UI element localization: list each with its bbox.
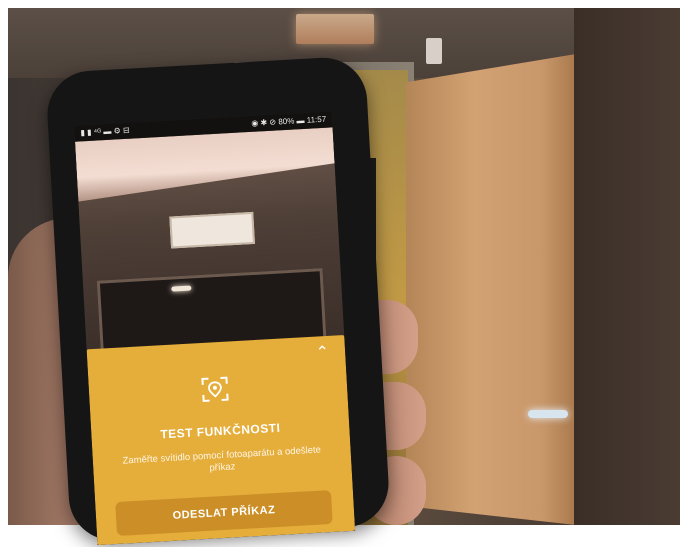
viewfinder-sign: [169, 211, 255, 249]
send-command-button[interactable]: ODESLAT PŘÍKAZ: [115, 489, 333, 537]
function-test-panel: ⌃ TEST FUNKČNOSTI Zaměřte svítidlo pomoc…: [86, 335, 356, 546]
exit-sign-light: [296, 14, 374, 44]
door-handle: [528, 410, 568, 418]
smartphone: ▮ ▮ ⁴ᴳ ▬ ⚙ ⊟ ◉ ✱ ⊘ 80% ▬ 11:57 ⌃ TEST FU…: [45, 55, 391, 546]
panel-title: TEST FUNKČNOSTI: [159, 420, 281, 442]
phone-screen: ▮ ▮ ⁴ᴳ ▬ ⚙ ⊟ ◉ ✱ ⊘ 80% ▬ 11:57 ⌃ TEST FU…: [74, 111, 356, 546]
right-wall: [574, 8, 680, 525]
panel-description: Zaměřte svítidlo pomocí fotoaparátu a od…: [122, 444, 322, 474]
camera-viewfinder[interactable]: [74, 127, 345, 377]
wall-socket: [426, 38, 442, 64]
chevron-up-icon[interactable]: ⌃: [315, 342, 330, 363]
open-door: [406, 54, 576, 525]
camera-target-icon: [201, 376, 229, 403]
